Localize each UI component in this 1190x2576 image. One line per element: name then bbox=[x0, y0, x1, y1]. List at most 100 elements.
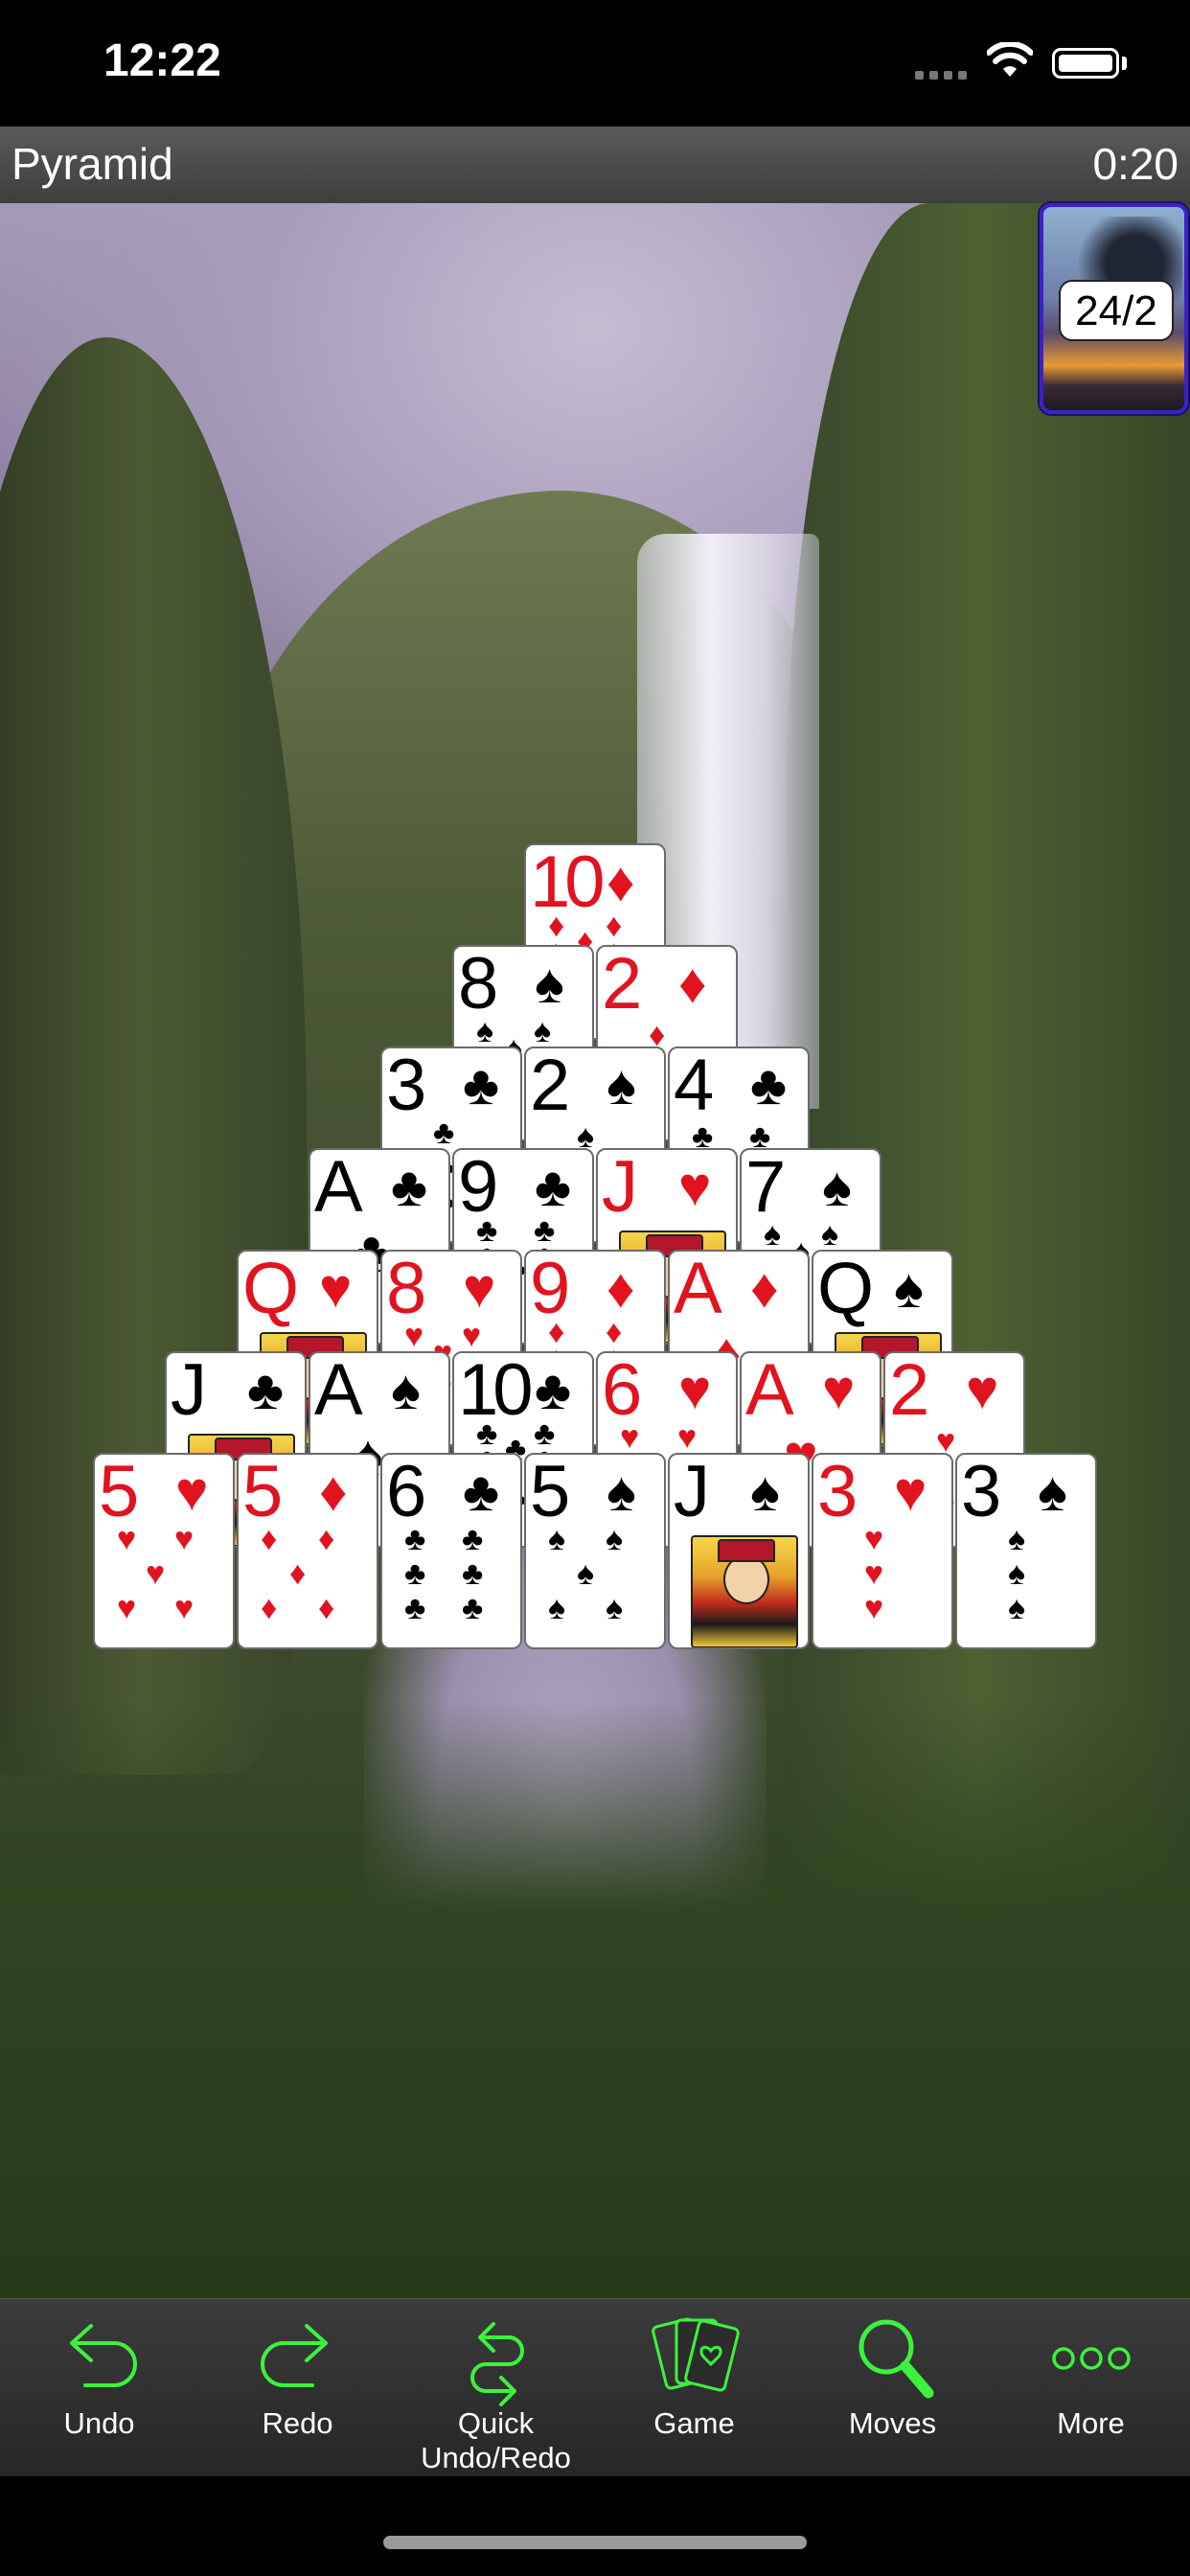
card-pip-spades-icon: ♠ bbox=[764, 1216, 782, 1253]
more-label: More bbox=[1057, 2406, 1125, 2440]
card-suit-spades-icon: ♠ bbox=[535, 953, 564, 1015]
cellular-signal-icon bbox=[915, 67, 973, 84]
moves-button[interactable]: Moves bbox=[793, 2299, 992, 2477]
card-suit-clubs-icon: ♣ bbox=[535, 1156, 572, 1218]
card-5-spades[interactable]: 5 ♠ ♠ ♠ ♠ ♠ ♠ bbox=[524, 1453, 666, 1649]
card-rank: A bbox=[314, 1351, 363, 1431]
card-suit-spades-icon: ♠ bbox=[1038, 1460, 1067, 1523]
card-rank: Q bbox=[242, 1250, 299, 1329]
status-bar: 12:22 bbox=[0, 0, 1190, 126]
card-pip-spades-icon: ♠ bbox=[606, 1590, 624, 1626]
card-suit-diamonds-icon: ♦ bbox=[750, 1257, 779, 1320]
card-suit-clubs-icon: ♣ bbox=[247, 1359, 285, 1421]
card-rank: 6 bbox=[386, 1453, 426, 1532]
card-rank: 5 bbox=[530, 1453, 570, 1532]
moves-label: Moves bbox=[848, 2406, 937, 2440]
card-suit-clubs-icon: ♣ bbox=[535, 1359, 572, 1421]
card-suit-hearts-icon: ♥ bbox=[175, 1460, 209, 1523]
stock-count: 24/2 bbox=[1059, 280, 1174, 341]
card-rank: Q bbox=[817, 1250, 874, 1329]
card-suit-hearts-icon: ♥ bbox=[678, 1359, 712, 1421]
undo-arrow-icon bbox=[69, 2324, 137, 2387]
card-suit-clubs-icon: ♣ bbox=[463, 1054, 500, 1116]
quick-undo-redo-icon bbox=[469, 2322, 524, 2406]
card-suit-hearts-icon: ♥ bbox=[319, 1257, 353, 1320]
card-rank: 7 bbox=[745, 1148, 786, 1228]
card-pip-spades-icon: ♠ bbox=[1008, 1521, 1026, 1557]
card-pip-spades-icon: ♠ bbox=[577, 1555, 595, 1592]
card-pip-spades-icon: ♠ bbox=[548, 1590, 566, 1626]
card-rank: A bbox=[745, 1351, 794, 1431]
battery-icon bbox=[1052, 48, 1119, 79]
card-pip-spades-icon: ♠ bbox=[1008, 1590, 1026, 1626]
stock-pile[interactable]: 24/2 bbox=[1040, 203, 1188, 414]
undo-label: Undo bbox=[63, 2406, 135, 2440]
card-suit-spades-icon: ♠ bbox=[894, 1257, 924, 1320]
quick-undo-redo-button[interactable]: Quick Undo/Redo bbox=[397, 2299, 595, 2477]
bottom-safe-area bbox=[0, 2476, 1190, 2576]
card-pip-clubs-icon: ♣ bbox=[433, 1115, 455, 1151]
card-pip-diamonds-icon: ♦ bbox=[261, 1521, 278, 1557]
card-suit-diamonds-icon: ♦ bbox=[678, 953, 707, 1015]
card-rank: 6 bbox=[602, 1351, 642, 1431]
card-pip-clubs-icon: ♣ bbox=[462, 1521, 484, 1557]
card-suit-spades-icon: ♠ bbox=[606, 1460, 636, 1523]
card-pip-hearts-icon: ♥ bbox=[117, 1590, 137, 1626]
redo-label: Redo bbox=[262, 2406, 333, 2440]
card-6-clubs[interactable]: 6 ♣ ♣ ♣ ♣ ♣ ♣ ♣ bbox=[380, 1453, 522, 1649]
card-pip-clubs-icon: ♣ bbox=[462, 1590, 484, 1626]
card-suit-diamonds-icon: ♦ bbox=[606, 851, 635, 913]
card-suit-hearts-icon: ♥ bbox=[966, 1359, 999, 1421]
title-bar: Pyramid 0:20 bbox=[0, 126, 1190, 204]
card-rank: J bbox=[602, 1148, 638, 1228]
card-3-hearts[interactable]: 3 ♥ ♥ ♥ ♥ bbox=[812, 1453, 953, 1649]
quick-undo-redo-label: Quick Undo/Redo bbox=[421, 2406, 571, 2474]
card-pip-spades-icon: ♠ bbox=[476, 1013, 494, 1049]
foreground-vegetation bbox=[0, 1698, 1190, 2298]
card-pip-spades-icon: ♠ bbox=[548, 1521, 566, 1557]
card-suit-hearts-icon: ♥ bbox=[894, 1460, 927, 1523]
card-rank: 3 bbox=[386, 1046, 426, 1126]
card-pip-hearts-icon: ♥ bbox=[677, 1419, 698, 1456]
card-rank: 8 bbox=[458, 945, 498, 1024]
card-5-diamonds[interactable]: 5 ♦ ♦ ♦ ♦ ♦ ♦ bbox=[237, 1453, 378, 1649]
card-pip-diamonds-icon: ♦ bbox=[261, 1590, 278, 1626]
card-suit-spades-icon: ♠ bbox=[606, 1054, 636, 1116]
card-pip-clubs-icon: ♣ bbox=[462, 1555, 484, 1592]
card-pip-hearts-icon: ♥ bbox=[404, 1318, 424, 1354]
battery-tip bbox=[1122, 57, 1127, 70]
card-pip-spades-icon: ♠ bbox=[606, 1521, 624, 1557]
card-rank: A bbox=[674, 1250, 722, 1329]
game-button[interactable]: Game bbox=[595, 2299, 793, 2477]
card-rank: 8 bbox=[386, 1250, 426, 1329]
card-rank: 3 bbox=[961, 1453, 1001, 1532]
card-3-spades[interactable]: 3 ♠ ♠ ♠ ♠ bbox=[955, 1453, 1097, 1649]
more-dots-icon bbox=[1051, 2347, 1131, 2370]
card-pip-hearts-icon: ♥ bbox=[174, 1521, 195, 1557]
game-timer: 0:20 bbox=[1092, 139, 1179, 189]
card-rank: J bbox=[674, 1453, 710, 1532]
wifi-icon bbox=[987, 42, 1033, 77]
undo-button[interactable]: Undo bbox=[0, 2299, 198, 2477]
card-suit-spades-icon: ♠ bbox=[822, 1156, 852, 1218]
card-pip-hearts-icon: ♥ bbox=[620, 1419, 640, 1456]
card-pip-hearts-icon: ♥ bbox=[864, 1555, 884, 1592]
status-time: 12:22 bbox=[103, 35, 221, 86]
card-rank: 4 bbox=[674, 1046, 714, 1126]
more-button[interactable]: More bbox=[992, 2299, 1190, 2477]
home-indicator[interactable] bbox=[383, 2536, 807, 2549]
card-rank: 5 bbox=[99, 1453, 139, 1532]
card-pip-spades-icon: ♠ bbox=[1008, 1555, 1026, 1592]
card-5-hearts[interactable]: 5 ♥ ♥ ♥ ♥ ♥ ♥ bbox=[93, 1453, 235, 1649]
card-suit-spades-icon: ♠ bbox=[750, 1460, 780, 1523]
game-label: Game bbox=[653, 2406, 735, 2440]
bottom-toolbar: Undo Redo Quick Undo/Redo Game Moves Mor… bbox=[0, 2298, 1190, 2477]
card-j-spades[interactable]: J ♠ bbox=[668, 1453, 810, 1649]
redo-button[interactable]: Redo bbox=[198, 2299, 397, 2477]
card-rank: 5 bbox=[242, 1453, 283, 1532]
card-suit-clubs-icon: ♣ bbox=[750, 1054, 788, 1116]
card-pip-hearts-icon: ♥ bbox=[864, 1590, 884, 1626]
card-suit-hearts-icon: ♥ bbox=[463, 1257, 496, 1320]
playing-cards-icon bbox=[651, 2317, 740, 2392]
card-rank: A bbox=[314, 1148, 363, 1228]
